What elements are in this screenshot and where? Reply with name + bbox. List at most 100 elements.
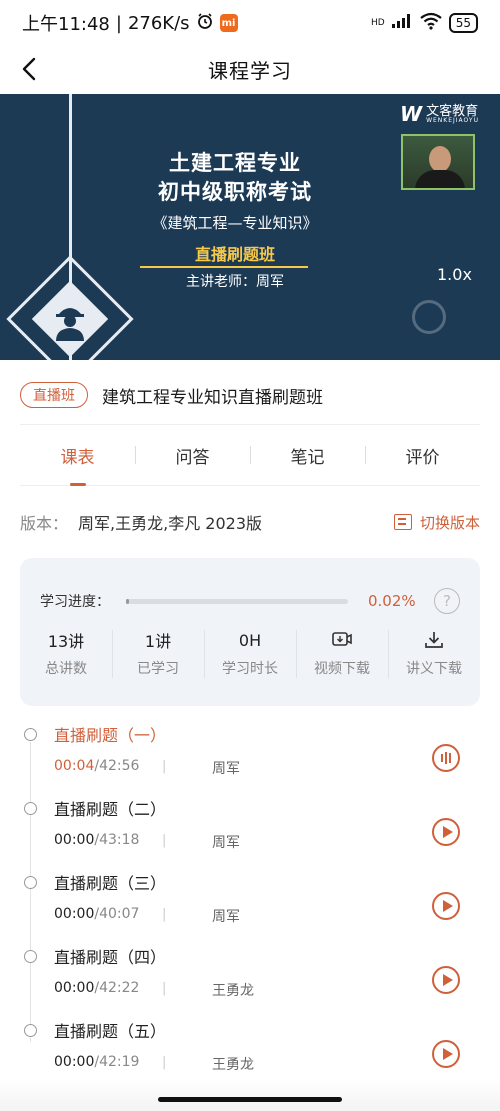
construction-worker-icon	[56, 308, 84, 341]
tab-notes[interactable]: 笔记	[250, 443, 365, 468]
back-button[interactable]	[12, 52, 46, 86]
play-icon[interactable]	[432, 1040, 460, 1068]
lesson-title: 直播刷题（一）	[54, 726, 167, 745]
hd-label: HD	[371, 18, 385, 28]
stat-study-time: 0H 学习时长	[204, 628, 296, 678]
lesson-teacher: 王勇龙	[212, 1057, 254, 1073]
alarm-icon	[196, 12, 214, 35]
lesson-separator: |	[162, 759, 167, 774]
stat-value: 0H	[238, 630, 262, 650]
lesson-title: 直播刷题（三）	[54, 874, 167, 893]
lesson-duration: /42:56	[94, 758, 140, 774]
progress-bar	[126, 598, 348, 604]
version-label: 版本：	[20, 514, 69, 533]
timeline-dot	[24, 728, 37, 741]
video-download-icon	[296, 628, 388, 652]
progress-row: 学习进度： 0.02% ?	[40, 588, 460, 614]
lesson-teacher: 周军	[212, 909, 240, 925]
status-left: 上午11:48 | 276K/s mi	[22, 10, 238, 36]
brand-name-en: WENKEJIAOYU	[426, 116, 479, 124]
progress-card: 学习进度： 0.02% ? 13讲 总讲数 1讲 已学习 0H 学习时长 视频下…	[20, 558, 480, 706]
lesson-separator: |	[162, 833, 167, 848]
lesson-item[interactable]: 直播刷题（五） 00:00/42:19 | 王勇龙	[20, 1012, 480, 1078]
status-separator: |	[115, 12, 122, 34]
lesson-duration: /43:18	[94, 832, 140, 848]
lesson-duration: /42:22	[94, 980, 140, 996]
video-player[interactable]: 土建工程专业 初中级职称考试 《建筑工程—专业知识》 直播刷题班 主讲老师：周军…	[0, 94, 500, 360]
lesson-time: 00:00/42:19	[54, 1054, 139, 1070]
version-row: 版本： 周军,王勇龙,李凡 2023版 切换版本	[20, 510, 480, 534]
handout-download-button[interactable]: 讲义下载	[388, 628, 480, 678]
lesson-watched: 00:00	[54, 832, 95, 848]
stat-label: 讲义下载	[406, 661, 462, 677]
video-title-line1: 土建工程专业	[169, 151, 301, 175]
lesson-time: 00:04/42:56	[54, 758, 139, 774]
progress-label: 学习进度：	[40, 594, 110, 610]
tab-schedule[interactable]: 课表	[20, 443, 135, 486]
nav-header: 课程学习	[0, 46, 500, 92]
lesson-item[interactable]: 直播刷题（一） 00:04/42:56 | 周军	[20, 716, 480, 782]
video-class-name: 直播刷题班	[194, 245, 275, 264]
stat-learned: 1讲 已学习	[112, 628, 204, 678]
lesson-title: 直播刷题（五）	[54, 1022, 167, 1041]
stats-row: 13讲 总讲数 1讲 已学习 0H 学习时长 视频下载 讲义下载	[20, 628, 480, 678]
camera-person-head	[429, 146, 451, 172]
video-title-line2: 初中级职称考试	[158, 180, 312, 204]
timeline-dot	[24, 950, 37, 963]
lesson-duration: /42:19	[94, 1054, 140, 1070]
brand-name-cn: 文客教育	[426, 103, 479, 119]
video-download-button[interactable]: 视频下载	[296, 628, 388, 678]
lesson-watched: 00:04	[54, 758, 95, 774]
stat-value: 1讲	[144, 632, 172, 651]
lesson-watched: 00:00	[54, 980, 95, 996]
play-icon[interactable]	[432, 966, 460, 994]
lesson-watched: 00:00	[54, 906, 95, 922]
stat-label: 已学习	[137, 661, 179, 677]
lesson-time: 00:00/42:22	[54, 980, 139, 996]
switch-version-button[interactable]: 切换版本	[393, 512, 480, 533]
now-playing-icon[interactable]	[432, 744, 460, 772]
lesson-item[interactable]: 直播刷题（三） 00:00/40:07 | 周军	[20, 864, 480, 930]
lesson-title: 直播刷题（二）	[54, 800, 167, 819]
camera-person-body	[415, 170, 465, 188]
mi-app-icon: mi	[219, 14, 238, 32]
chevron-left-icon	[22, 57, 36, 81]
lesson-time: 00:00/40:07	[54, 906, 139, 922]
home-indicator[interactable]	[158, 1097, 342, 1102]
version-value: 周军,王勇龙,李凡 2023版	[78, 514, 262, 533]
wifi-icon	[419, 12, 443, 34]
switch-version-label: 切换版本	[419, 513, 480, 532]
battery-indicator: 55	[448, 13, 478, 33]
brand-name: 文客教育 WENKEJIAOYU	[426, 105, 479, 124]
lesson-separator: |	[162, 1055, 167, 1070]
video-subject: 《建筑工程—专业知识》	[152, 214, 318, 232]
bottom-shade	[0, 1078, 500, 1111]
stat-label: 总讲数	[45, 661, 87, 677]
tab-bar: 课表 问答 笔记 评价	[20, 424, 480, 486]
signal-icon	[391, 13, 413, 33]
lesson-item[interactable]: 直播刷题（四） 00:00/42:22 | 王勇龙	[20, 938, 480, 1004]
timeline-dot	[24, 876, 37, 889]
course-title-row: 直播班 建筑工程专业知识直播刷题班	[20, 382, 323, 408]
help-icon[interactable]: ?	[434, 588, 460, 614]
decor-rule	[140, 266, 308, 268]
status-bar: 上午11:48 | 276K/s mi HD 55	[0, 0, 500, 46]
lesson-duration: /40:07	[94, 906, 140, 922]
lesson-item[interactable]: 直播刷题（二） 00:00/43:18 | 周军	[20, 790, 480, 856]
tab-reviews[interactable]: 评价	[365, 443, 480, 468]
stat-label: 视频下载	[314, 661, 370, 677]
teacher-camera-feed	[401, 134, 475, 190]
download-icon	[388, 628, 480, 652]
progress-bar-fill	[126, 598, 129, 604]
stat-label: 学习时长	[222, 661, 278, 677]
status-right: HD 55	[371, 12, 478, 34]
stat-total-lectures: 13讲 总讲数	[20, 628, 112, 678]
stat-value: 13讲	[47, 632, 85, 651]
play-icon[interactable]	[432, 892, 460, 920]
playback-speed-button[interactable]: 1.0x	[437, 265, 472, 284]
tab-qa[interactable]: 问答	[135, 443, 250, 468]
watermark-icon	[412, 300, 446, 334]
page-title: 课程学习	[208, 58, 292, 83]
play-icon[interactable]	[432, 818, 460, 846]
live-class-badge: 直播班	[20, 382, 88, 408]
